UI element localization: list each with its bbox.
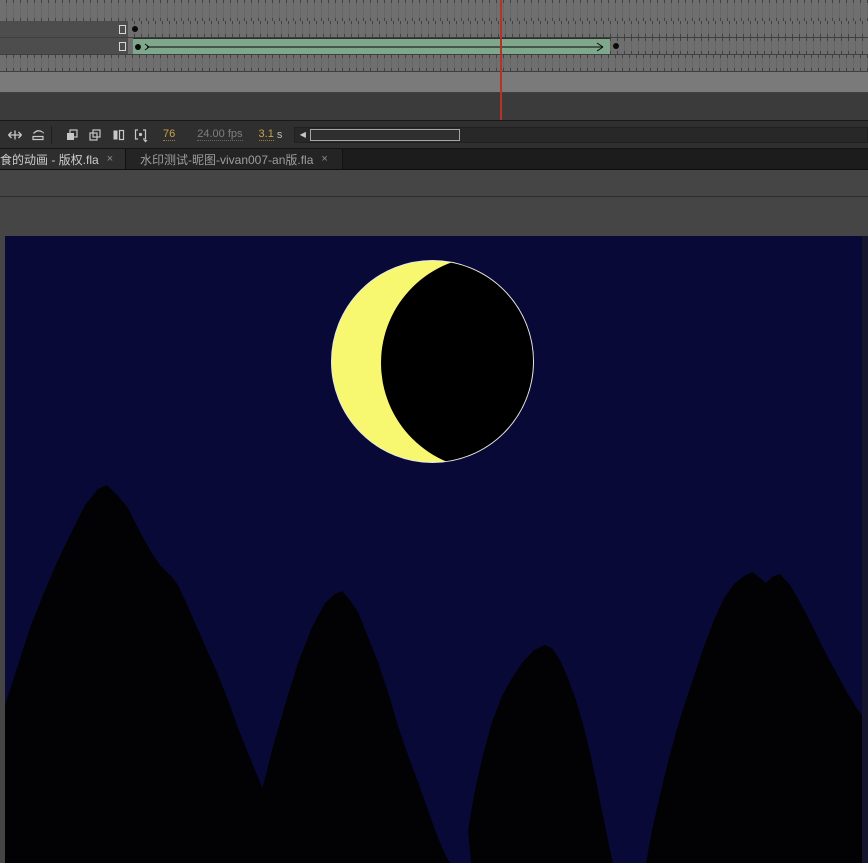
tab-label: 日食的动画 - 版权.fla <box>0 151 99 168</box>
close-icon[interactable]: × <box>107 153 113 165</box>
empty-frames[interactable] <box>0 55 868 71</box>
toolbar-separator <box>51 126 52 144</box>
layer-2-outline-color-swatch[interactable] <box>119 42 126 51</box>
edit-multiple-frames-icon <box>110 127 126 143</box>
onion-skin-outlines-button[interactable] <box>86 126 103 143</box>
layer-1-pane[interactable] <box>0 21 128 37</box>
mountain-right[interactable] <box>646 572 862 863</box>
playhead[interactable] <box>500 0 502 120</box>
tab-label: 水印测试-昵图-vivan007-an版.fla <box>140 151 313 168</box>
scroll-left-arrow-icon[interactable]: ◀ <box>295 128 310 142</box>
onion-skin-icon <box>64 127 80 143</box>
timeline-layer-row-1 <box>0 21 868 38</box>
center-frame-button[interactable] <box>6 126 23 143</box>
timeline-lower-gutter <box>0 93 868 120</box>
layer-1-frames[interactable] <box>128 21 868 37</box>
timeline-panel <box>0 0 868 120</box>
layer-2-frames[interactable] <box>128 38 868 54</box>
timeline-scrollbar[interactable]: ◀ <box>294 127 868 143</box>
onion-skin-outlines-icon <box>87 127 103 143</box>
tab-watermark-document[interactable]: 水印测试-昵图-vivan007-an版.fla × <box>126 149 343 169</box>
scrollbar-thumb[interactable] <box>310 129 460 141</box>
layer-1-outline-color-swatch[interactable] <box>119 25 126 34</box>
modify-markers-icon <box>133 127 149 143</box>
mountain-left[interactable] <box>5 485 266 863</box>
tween-arrow-icon <box>133 39 610 54</box>
mountains-silhouette[interactable] <box>5 236 862 863</box>
mountain-second[interactable] <box>262 591 450 863</box>
panel-divider <box>0 196 868 197</box>
document-tab-bar: 日食的动画 - 版权.fla × 水印测试-昵图-vivan007-an版.fl… <box>0 148 868 170</box>
edit-multiple-frames-button[interactable] <box>109 126 126 143</box>
timeline-layer-row-2 <box>0 38 868 55</box>
elapsed-time-unit: s <box>277 129 283 141</box>
loop-icon <box>30 127 46 143</box>
timeline-ruler[interactable] <box>0 0 868 21</box>
timeline-toolbar: 76 24.00 fps 3.1 s ◀ <box>0 120 868 148</box>
layer-2-pane[interactable] <box>0 38 128 54</box>
loop-button[interactable] <box>29 126 46 143</box>
mountain-small-middle[interactable] <box>468 645 613 863</box>
timeline-empty-area[interactable] <box>0 72 868 93</box>
frame-rate-value[interactable]: 24.00 fps <box>197 128 242 141</box>
document-workarea <box>0 170 868 863</box>
onion-skin-button[interactable] <box>63 126 80 143</box>
timeline-empty-row[interactable] <box>0 55 868 72</box>
current-frame-value[interactable]: 76 <box>163 128 175 141</box>
elapsed-time-value[interactable]: 3.1 <box>259 128 274 141</box>
center-frame-icon <box>7 127 23 143</box>
keyframe-icon[interactable] <box>132 26 138 32</box>
end-keyframe-icon[interactable] <box>613 43 619 49</box>
motion-tween-span[interactable] <box>133 38 610 54</box>
stage-right-edge <box>862 236 868 863</box>
close-icon[interactable]: × <box>321 153 327 165</box>
stage-canvas[interactable] <box>5 236 862 863</box>
tab-eclipse-document[interactable]: 日食的动画 - 版权.fla × <box>0 149 126 169</box>
modify-markers-button[interactable] <box>132 126 149 143</box>
